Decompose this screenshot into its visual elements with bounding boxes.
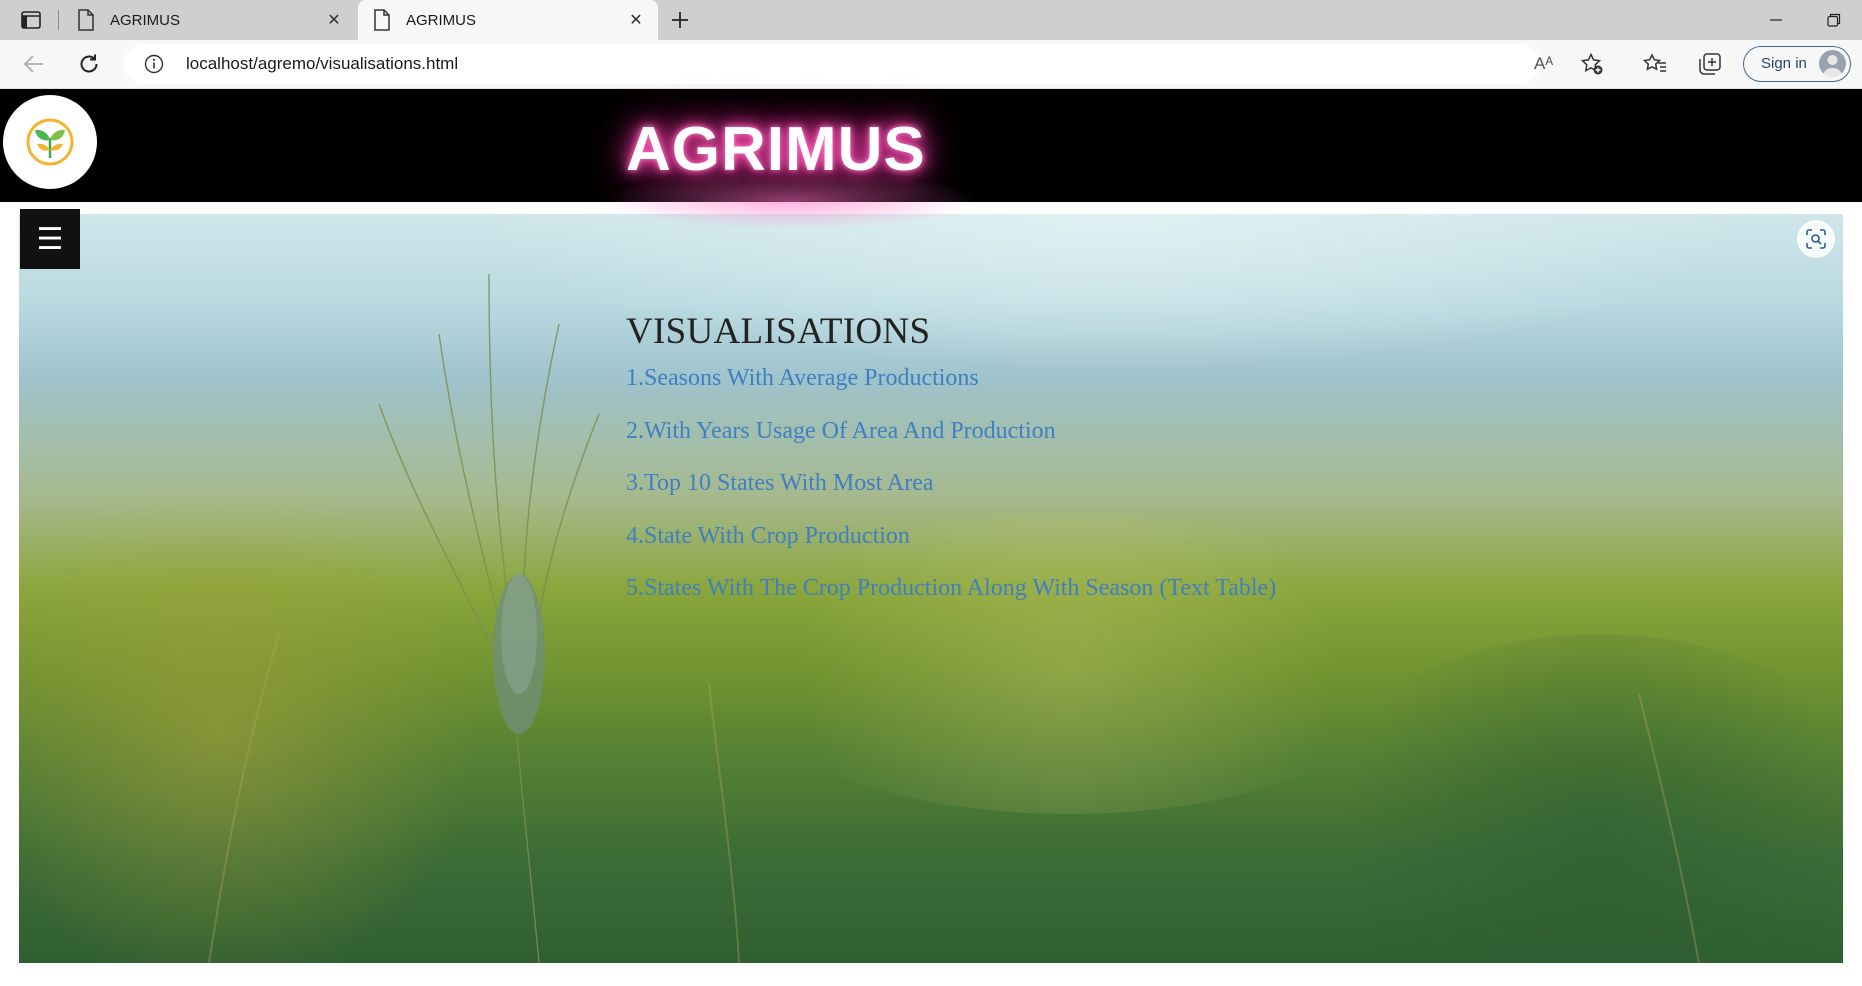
list-item: 4.State With Crop Production [626, 523, 1276, 576]
tab-agrimus-2[interactable]: AGRIMUS ✕ [358, 0, 658, 40]
tab-agrimus-1[interactable]: AGRIMUS ✕ [62, 0, 356, 40]
favorites-icon[interactable] [1641, 50, 1669, 78]
tab-actions-icon[interactable] [14, 6, 48, 34]
list-item: 2.With Years Usage Of Area And Productio… [626, 418, 1276, 471]
page-title: VISUALISATIONS [626, 311, 931, 352]
close-tab-icon[interactable]: ✕ [322, 8, 346, 32]
visualisation-list: 1.Seasons With Average Productions 2.Wit… [626, 365, 1276, 628]
url-text[interactable]: localhost/agremo/visualisations.html [186, 54, 458, 74]
link-seasons-average-productions[interactable]: 1.Seasons With Average Productions [626, 365, 979, 391]
link-state-crop-production[interactable]: 4.State With Crop Production [626, 523, 910, 549]
browser-toolbar: localhost/agremo/visualisations.html Aᴬ … [0, 40, 1862, 89]
list-item: 1.Seasons With Average Productions [626, 365, 1276, 418]
brand-title: AGRIMUS [626, 115, 926, 184]
tab-separator [58, 10, 59, 30]
link-states-crop-season-table[interactable]: 5.States With The Crop Production Along … [626, 575, 1276, 601]
site-logo[interactable] [3, 95, 97, 189]
visualisations-section: VISUALISATIONS 1.Seasons With Average Pr… [626, 310, 1276, 628]
address-bar[interactable]: localhost/agremo/visualisations.html Aᴬ [124, 44, 1603, 84]
refresh-icon[interactable] [73, 48, 105, 80]
menu-toggle-button[interactable]: ☰ [20, 209, 80, 269]
tab-strip: AGRIMUS ✕ AGRIMUS ✕ [0, 0, 1862, 40]
restore-icon[interactable] [1806, 0, 1862, 40]
link-years-area-production[interactable]: 2.With Years Usage Of Area And Productio… [626, 418, 1056, 444]
avatar-icon [1819, 50, 1846, 77]
link-top-10-states-area[interactable]: 3.Top 10 States With Most Area [626, 470, 934, 496]
minimize-icon[interactable] [1748, 0, 1804, 40]
tab-title: AGRIMUS [406, 11, 477, 29]
new-tab-icon[interactable] [666, 6, 694, 34]
add-favorite-icon[interactable] [1580, 52, 1604, 76]
close-tab-icon[interactable]: ✕ [624, 8, 648, 32]
back-arrow-icon[interactable] [18, 48, 50, 80]
document-icon [78, 9, 94, 31]
list-item: 5.States With The Crop Production Along … [626, 575, 1276, 628]
list-item: 3.Top 10 States With Most Area [626, 470, 1276, 523]
leaf-logo-icon [26, 118, 74, 166]
sign-in-button[interactable]: Sign in [1743, 46, 1851, 82]
site-info-icon[interactable] [144, 54, 164, 74]
read-aloud-icon[interactable]: Aᴬ [1534, 54, 1553, 74]
tab-title: AGRIMUS [110, 11, 181, 29]
document-icon [374, 9, 390, 31]
visual-search-icon[interactable] [1797, 220, 1835, 258]
sign-in-label: Sign in [1761, 55, 1807, 72]
collections-icon[interactable] [1696, 50, 1724, 78]
